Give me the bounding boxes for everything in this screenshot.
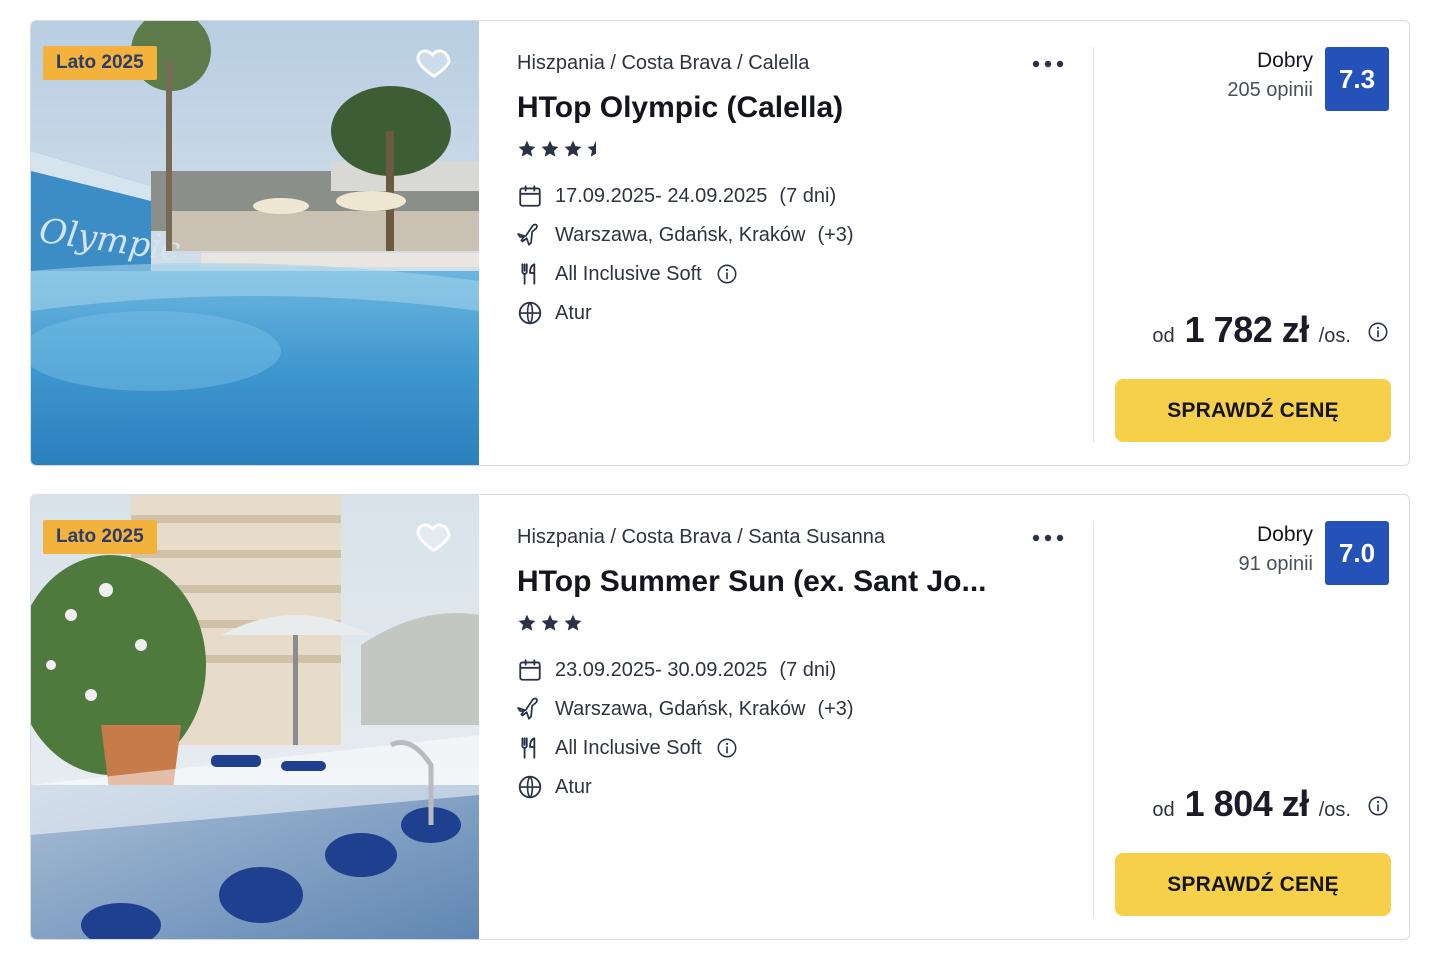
date-range: 23.09.2025- 30.09.2025: [555, 658, 768, 681]
departure-extra[interactable]: (+3): [817, 224, 853, 247]
rating-label: Dobry: [1256, 523, 1313, 546]
dates-row: 17.09.2025- 24.09.2025 (7 dni): [517, 183, 836, 209]
hotel-name[interactable]: HTop Summer Sun (ex. Sant Jo...: [517, 565, 997, 599]
departure-cities: Warszawa, Gdańsk, Kraków: [555, 223, 806, 246]
star-icon: [564, 614, 582, 631]
organizer-row: Atur: [517, 300, 592, 326]
departure-extra[interactable]: (+3): [817, 698, 853, 721]
more-dots-icon[interactable]: [1031, 55, 1065, 73]
check-price-button[interactable]: SPRAWDŹ CENĘ: [1115, 853, 1391, 916]
calendar-icon: [519, 659, 541, 681]
offer-card[interactable]: Olympic Lato 2025 Hiszpania / Costa Brav…: [30, 20, 1410, 466]
plane-icon: [517, 223, 538, 246]
board-type: All Inclusive Soft: [555, 736, 702, 759]
plane-icon: [517, 697, 538, 720]
star-icon: [518, 140, 536, 157]
price-amount: 1 804 zł: [1184, 783, 1310, 824]
price-info-icon[interactable]: [1367, 321, 1389, 343]
divider: [1093, 47, 1094, 443]
rating-summary: Dobry 205 opinii: [1227, 47, 1313, 105]
info-icon[interactable]: [716, 737, 738, 759]
offer-info: Hiszpania / Costa Brava / Santa Susanna …: [517, 495, 1097, 939]
star-icon: [541, 614, 559, 631]
board-row: All Inclusive Soft: [517, 735, 738, 761]
price-block: od 1 804 zł /os.: [1152, 783, 1389, 825]
reviews-count[interactable]: 91 opinii: [1238, 549, 1313, 579]
reviews-count[interactable]: 205 opinii: [1227, 75, 1313, 105]
departure-row: Warszawa, Gdańsk, Kraków (+3): [517, 696, 854, 722]
price-info-icon[interactable]: [1367, 795, 1389, 817]
organizer-name: Atur: [555, 301, 592, 324]
hotel-photo[interactable]: Olympic Lato 2025: [31, 21, 479, 465]
duration: (7 dni): [779, 184, 837, 207]
star-icon: [564, 140, 582, 157]
price-suffix: /os.: [1318, 325, 1351, 347]
globe-icon: [518, 775, 542, 799]
rating-label: Dobry: [1256, 49, 1313, 72]
star-rating: [517, 613, 583, 633]
info-icon[interactable]: [716, 263, 738, 285]
hotel-photo[interactable]: Lato 2025: [31, 495, 479, 939]
rating-summary: Dobry 91 opinii: [1238, 521, 1313, 579]
star-rating: [517, 139, 606, 159]
board-type: All Inclusive Soft: [555, 262, 702, 285]
offer-info: Hiszpania / Costa Brava / Calella HTop O…: [517, 21, 1097, 465]
calendar-icon: [519, 185, 541, 207]
cutlery-icon: [521, 737, 536, 759]
divider: [1093, 521, 1094, 917]
star-icon: [541, 140, 559, 157]
offer-card[interactable]: Lato 2025 Hiszpania / Costa Brava / Sant…: [30, 494, 1410, 940]
duration: (7 dni): [779, 658, 837, 681]
price-suffix: /os.: [1318, 799, 1351, 821]
dates-row: 23.09.2025- 30.09.2025 (7 dni): [517, 657, 836, 683]
price-prefix: od: [1152, 799, 1175, 821]
rating-score-badge: 7.0: [1325, 521, 1389, 585]
location-breadcrumb[interactable]: Hiszpania / Costa Brava / Santa Susanna: [517, 526, 885, 549]
check-price-button[interactable]: SPRAWDŹ CENĘ: [1115, 379, 1391, 442]
more-dots-icon[interactable]: [1031, 529, 1065, 547]
price-block: od 1 782 zł /os.: [1152, 309, 1389, 351]
season-badge: Lato 2025: [43, 520, 157, 554]
star-icon: [518, 614, 536, 631]
heart-icon[interactable]: [415, 43, 453, 81]
price-amount: 1 782 zł: [1184, 309, 1310, 350]
departure-cities: Warszawa, Gdańsk, Kraków: [555, 697, 806, 720]
departure-row: Warszawa, Gdańsk, Kraków (+3): [517, 222, 854, 248]
organizer-name: Atur: [555, 775, 592, 798]
rating-score-badge: 7.3: [1325, 47, 1389, 111]
heart-icon[interactable]: [415, 517, 453, 555]
hotel-name[interactable]: HTop Olympic (Calella): [517, 91, 997, 125]
half-star-icon: [587, 140, 596, 157]
globe-icon: [518, 301, 542, 325]
season-badge: Lato 2025: [43, 46, 157, 80]
board-row: All Inclusive Soft: [517, 261, 738, 287]
price-prefix: od: [1152, 325, 1175, 347]
date-range: 17.09.2025- 24.09.2025: [555, 184, 768, 207]
location-breadcrumb[interactable]: Hiszpania / Costa Brava / Calella: [517, 52, 809, 75]
organizer-row: Atur: [517, 774, 592, 800]
cutlery-icon: [521, 263, 536, 285]
